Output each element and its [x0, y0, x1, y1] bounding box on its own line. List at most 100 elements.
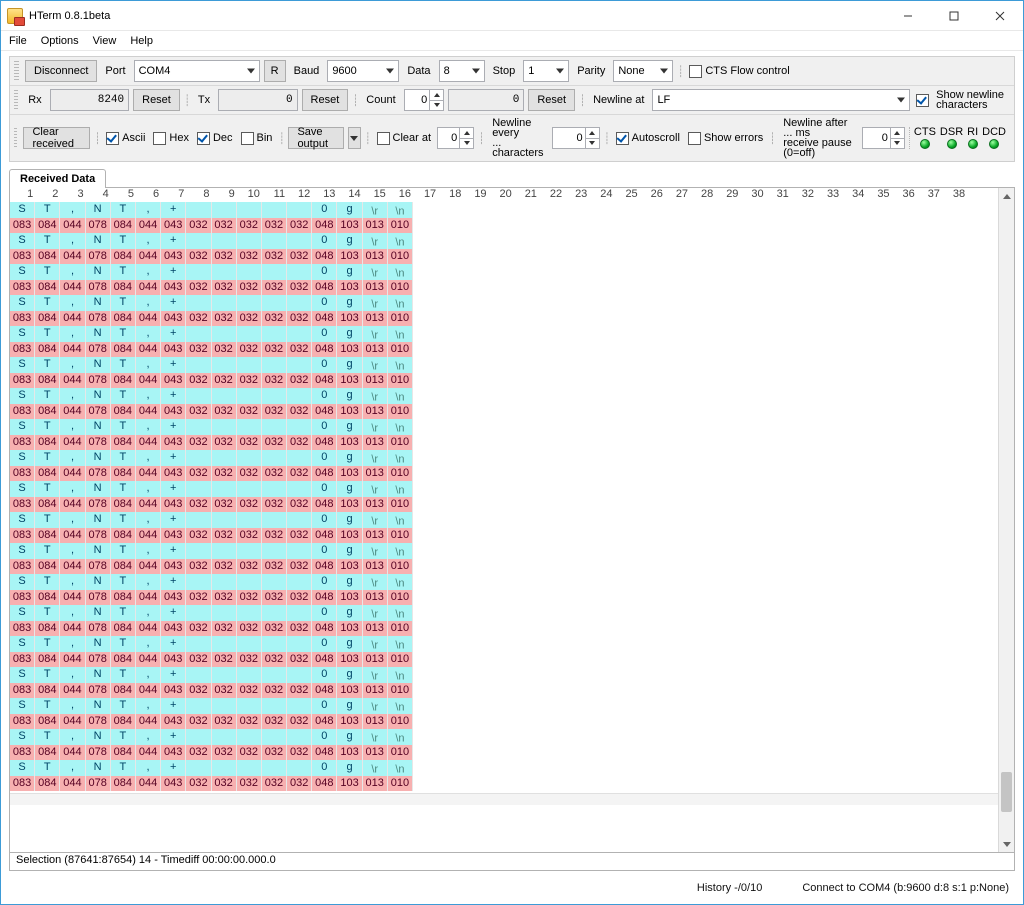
- close-button[interactable]: [977, 1, 1023, 31]
- data-row-dec[interactable]: 0830840440780840440430320320320320320481…: [10, 218, 998, 234]
- count-display: 0: [448, 89, 524, 111]
- data-row-ascii[interactable]: ST,NT,+ 0g\r\n: [10, 419, 998, 435]
- data-row-dec[interactable]: 0830840440780840440430320320320320320481…: [10, 373, 998, 389]
- led-cts: CTS: [914, 127, 936, 149]
- data-row-ascii[interactable]: ST,NT,+ 0g\r\n: [10, 388, 998, 404]
- data-row-ascii[interactable]: ST,NT,+ 0g\r\n: [10, 233, 998, 249]
- data-row-dec[interactable]: 0830840440780840440430320320320320320481…: [10, 652, 998, 668]
- ascii-checkbox[interactable]: Ascii: [104, 132, 147, 145]
- data-row-ascii[interactable]: ST,NT,+ 0g\r\n: [10, 574, 998, 590]
- data-row-ascii[interactable]: ST,NT,+ 0g\r\n: [10, 202, 998, 218]
- menu-options[interactable]: Options: [41, 35, 79, 47]
- data-row-dec[interactable]: 0830840440780840440430320320320320320481…: [10, 559, 998, 575]
- save-output-dropdown[interactable]: [348, 127, 361, 149]
- toolbar-display: Clear received ┊ Ascii Hex Dec Bin ┊ Sav…: [10, 114, 1014, 161]
- minimize-button[interactable]: [885, 1, 931, 31]
- data-bits-select[interactable]: 8: [439, 60, 485, 82]
- rx-reset-button[interactable]: Reset: [133, 89, 180, 111]
- stop-bits-select[interactable]: 1: [523, 60, 569, 82]
- data-row-ascii[interactable]: ST,NT,+ 0g\r\n: [10, 667, 998, 683]
- data-row-ascii[interactable]: ST,NT,+ 0g\r\n: [10, 481, 998, 497]
- data-row-ascii[interactable]: ST,NT,+ 0g\r\n: [10, 326, 998, 342]
- data-row-dec[interactable]: 0830840440780840440430320320320320320481…: [10, 435, 998, 451]
- tx-reset-button[interactable]: Reset: [302, 89, 349, 111]
- data-row-ascii[interactable]: ST,NT,+ 0g\r\n: [10, 357, 998, 373]
- scroll-thumb[interactable]: [1001, 772, 1012, 812]
- data-row-ascii[interactable]: ST,NT,+ 0g\r\n: [10, 760, 998, 776]
- data-row-dec[interactable]: 0830840440780840440430320320320320320481…: [10, 621, 998, 637]
- count-reset-button[interactable]: Reset: [528, 89, 575, 111]
- data-rows[interactable]: ST,NT,+ 0g\r\n08308404407808404404303203…: [10, 202, 998, 791]
- data-row-dec[interactable]: 0830840440780840440430320320320320320481…: [10, 497, 998, 513]
- cts-flow-checkbox[interactable]: CTS Flow control: [687, 65, 791, 78]
- tab-received-data[interactable]: Received Data: [9, 169, 106, 188]
- app-icon: [7, 8, 23, 24]
- bin-checkbox[interactable]: Bin: [239, 132, 275, 145]
- show-newline-label: Show newline characters: [932, 90, 1008, 110]
- scroll-down-icon[interactable]: [999, 836, 1014, 852]
- scroll-up-icon[interactable]: [999, 188, 1014, 204]
- window-title: HTerm 0.8.1beta: [29, 10, 110, 22]
- autoscroll-checkbox[interactable]: Autoscroll: [614, 132, 682, 145]
- disconnect-button[interactable]: Disconnect: [25, 60, 97, 82]
- status-history: History -/0/10: [691, 882, 768, 894]
- checkbox-icon: [377, 132, 390, 145]
- checkbox-icon: [916, 94, 929, 107]
- data-row-ascii[interactable]: ST,NT,+ 0g\r\n: [10, 698, 998, 714]
- data-row-dec[interactable]: 0830840440780840440430320320320320320481…: [10, 311, 998, 327]
- port-select[interactable]: COM4: [134, 60, 260, 82]
- titlebar: HTerm 0.8.1beta: [1, 1, 1023, 31]
- signal-leds: CTSDSRRIDCD: [909, 127, 1010, 149]
- port-refresh-button[interactable]: R: [264, 60, 286, 82]
- menu-help[interactable]: Help: [130, 35, 153, 47]
- data-row-dec[interactable]: 0830840440780840440430320320320320320481…: [10, 249, 998, 265]
- vertical-scrollbar[interactable]: [998, 188, 1014, 852]
- data-row-dec[interactable]: 0830840440780840440430320320320320320481…: [10, 404, 998, 420]
- parity-select[interactable]: None: [613, 60, 673, 82]
- data-row-dec[interactable]: 0830840440780840440430320320320320320481…: [10, 590, 998, 606]
- save-output-button[interactable]: Save output: [288, 127, 343, 149]
- data-row-dec[interactable]: 0830840440780840440430320320320320320481…: [10, 528, 998, 544]
- newline-every-spinner[interactable]: 0: [552, 127, 600, 149]
- status-bar: History -/0/10 Connect to COM4 (b:9600 d…: [9, 877, 1015, 899]
- data-row-ascii[interactable]: ST,NT,+ 0g\r\n: [10, 264, 998, 280]
- newline-at-select[interactable]: LF: [652, 89, 910, 111]
- data-row-ascii[interactable]: ST,NT,+ 0g\r\n: [10, 512, 998, 528]
- data-row-dec[interactable]: 0830840440780840440430320320320320320481…: [10, 280, 998, 296]
- newline-every-label: Newline every... characters: [488, 118, 547, 158]
- data-row-dec[interactable]: 0830840440780840440430320320320320320481…: [10, 683, 998, 699]
- count-spinner[interactable]: 0: [404, 89, 445, 111]
- menu-view[interactable]: View: [93, 35, 117, 47]
- newline-after-spinner[interactable]: 0: [862, 127, 905, 149]
- data-row-dec[interactable]: 0830840440780840440430320320320320320481…: [10, 342, 998, 358]
- grip-icon: [14, 90, 18, 110]
- selection-info-bar: Selection (87641:87654) 14 - Timediff 00…: [9, 853, 1015, 871]
- data-row-dec[interactable]: 0830840440780840440430320320320320320481…: [10, 714, 998, 730]
- clear-received-button[interactable]: Clear received: [23, 127, 90, 149]
- show-errors-checkbox[interactable]: Show errors: [686, 132, 765, 145]
- received-data-area: 1234567891011121314151617181920212223242…: [9, 188, 1015, 853]
- maximize-button[interactable]: [931, 1, 977, 31]
- data-row-ascii[interactable]: ST,NT,+ 0g\r\n: [10, 450, 998, 466]
- clear-at-checkbox[interactable]: Clear at: [375, 132, 434, 145]
- data-row-dec[interactable]: 0830840440780840440430320320320320320481…: [10, 466, 998, 482]
- data-row-dec[interactable]: 0830840440780840440430320320320320320481…: [10, 745, 998, 761]
- dec-checkbox[interactable]: Dec: [195, 132, 235, 145]
- menu-file[interactable]: File: [9, 35, 27, 47]
- checkbox-icon: [616, 132, 629, 145]
- rx-count: 8240: [50, 89, 129, 111]
- show-newline-checkbox[interactable]: Show newline characters: [914, 90, 1010, 110]
- baud-select[interactable]: 9600: [327, 60, 399, 82]
- horizontal-scrollbar[interactable]: [10, 793, 998, 805]
- led-dsr: DSR: [940, 127, 963, 149]
- data-row-ascii[interactable]: ST,NT,+ 0g\r\n: [10, 636, 998, 652]
- data-row-ascii[interactable]: ST,NT,+ 0g\r\n: [10, 295, 998, 311]
- clear-at-spinner[interactable]: 0: [437, 127, 474, 149]
- data-row-ascii[interactable]: ST,NT,+ 0g\r\n: [10, 605, 998, 621]
- newline-at-label: Newline at: [589, 94, 648, 106]
- data-row-dec[interactable]: 0830840440780840440430320320320320320481…: [10, 776, 998, 792]
- data-row-ascii[interactable]: ST,NT,+ 0g\r\n: [10, 543, 998, 559]
- window-controls: [885, 1, 1023, 31]
- data-row-ascii[interactable]: ST,NT,+ 0g\r\n: [10, 729, 998, 745]
- hex-checkbox[interactable]: Hex: [151, 132, 191, 145]
